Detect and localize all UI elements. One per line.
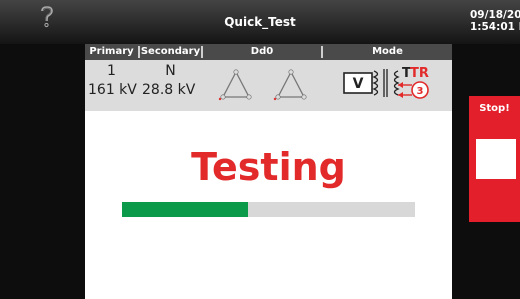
ttr-phase-count: 3 <box>417 86 424 97</box>
svg-text:TR: TR <box>410 66 429 81</box>
window-title: Quick_Test <box>224 15 296 29</box>
left-panel <box>0 44 85 299</box>
ttr-mode-icon: V T TR 3 <box>343 66 429 99</box>
progress-fill <box>122 202 248 217</box>
top-bar: Quick_Test 09/18/2018 1:54:01 PM <box>0 0 520 44</box>
vector-group-header: Dd0 <box>250 46 274 57</box>
primary-voltage: 161 kV <box>88 82 137 98</box>
stop-button[interactable] <box>476 139 516 179</box>
meter-label: V <box>353 76 364 92</box>
secondary-voltage: 28.8 kV <box>142 82 196 98</box>
table-header-row: Primary Secondary Dd0 Mode <box>85 44 452 60</box>
mode-header: Mode <box>372 46 403 57</box>
test-status-area: Testing <box>85 111 452 299</box>
date-time: 09/18/2018 1:54:01 PM <box>470 9 520 33</box>
date-text: 09/18/2018 <box>470 9 520 21</box>
status-text: Testing <box>191 145 346 189</box>
stop-panel: Stop! <box>469 96 520 222</box>
primary-delta-icon <box>218 69 252 101</box>
secondary-tap: N <box>165 63 176 79</box>
progress-bar <box>122 202 415 217</box>
time-text: 1:54:01 PM <box>470 21 520 33</box>
transformer-info-row: 1 161 kV N 28.8 kV V T TR 3 <box>85 60 452 111</box>
secondary-header: Secondary <box>140 46 201 57</box>
secondary-delta-icon <box>273 69 307 101</box>
primary-header: Primary <box>89 46 134 57</box>
primary-tap: 1 <box>107 63 116 79</box>
stop-label: Stop! <box>479 103 510 114</box>
